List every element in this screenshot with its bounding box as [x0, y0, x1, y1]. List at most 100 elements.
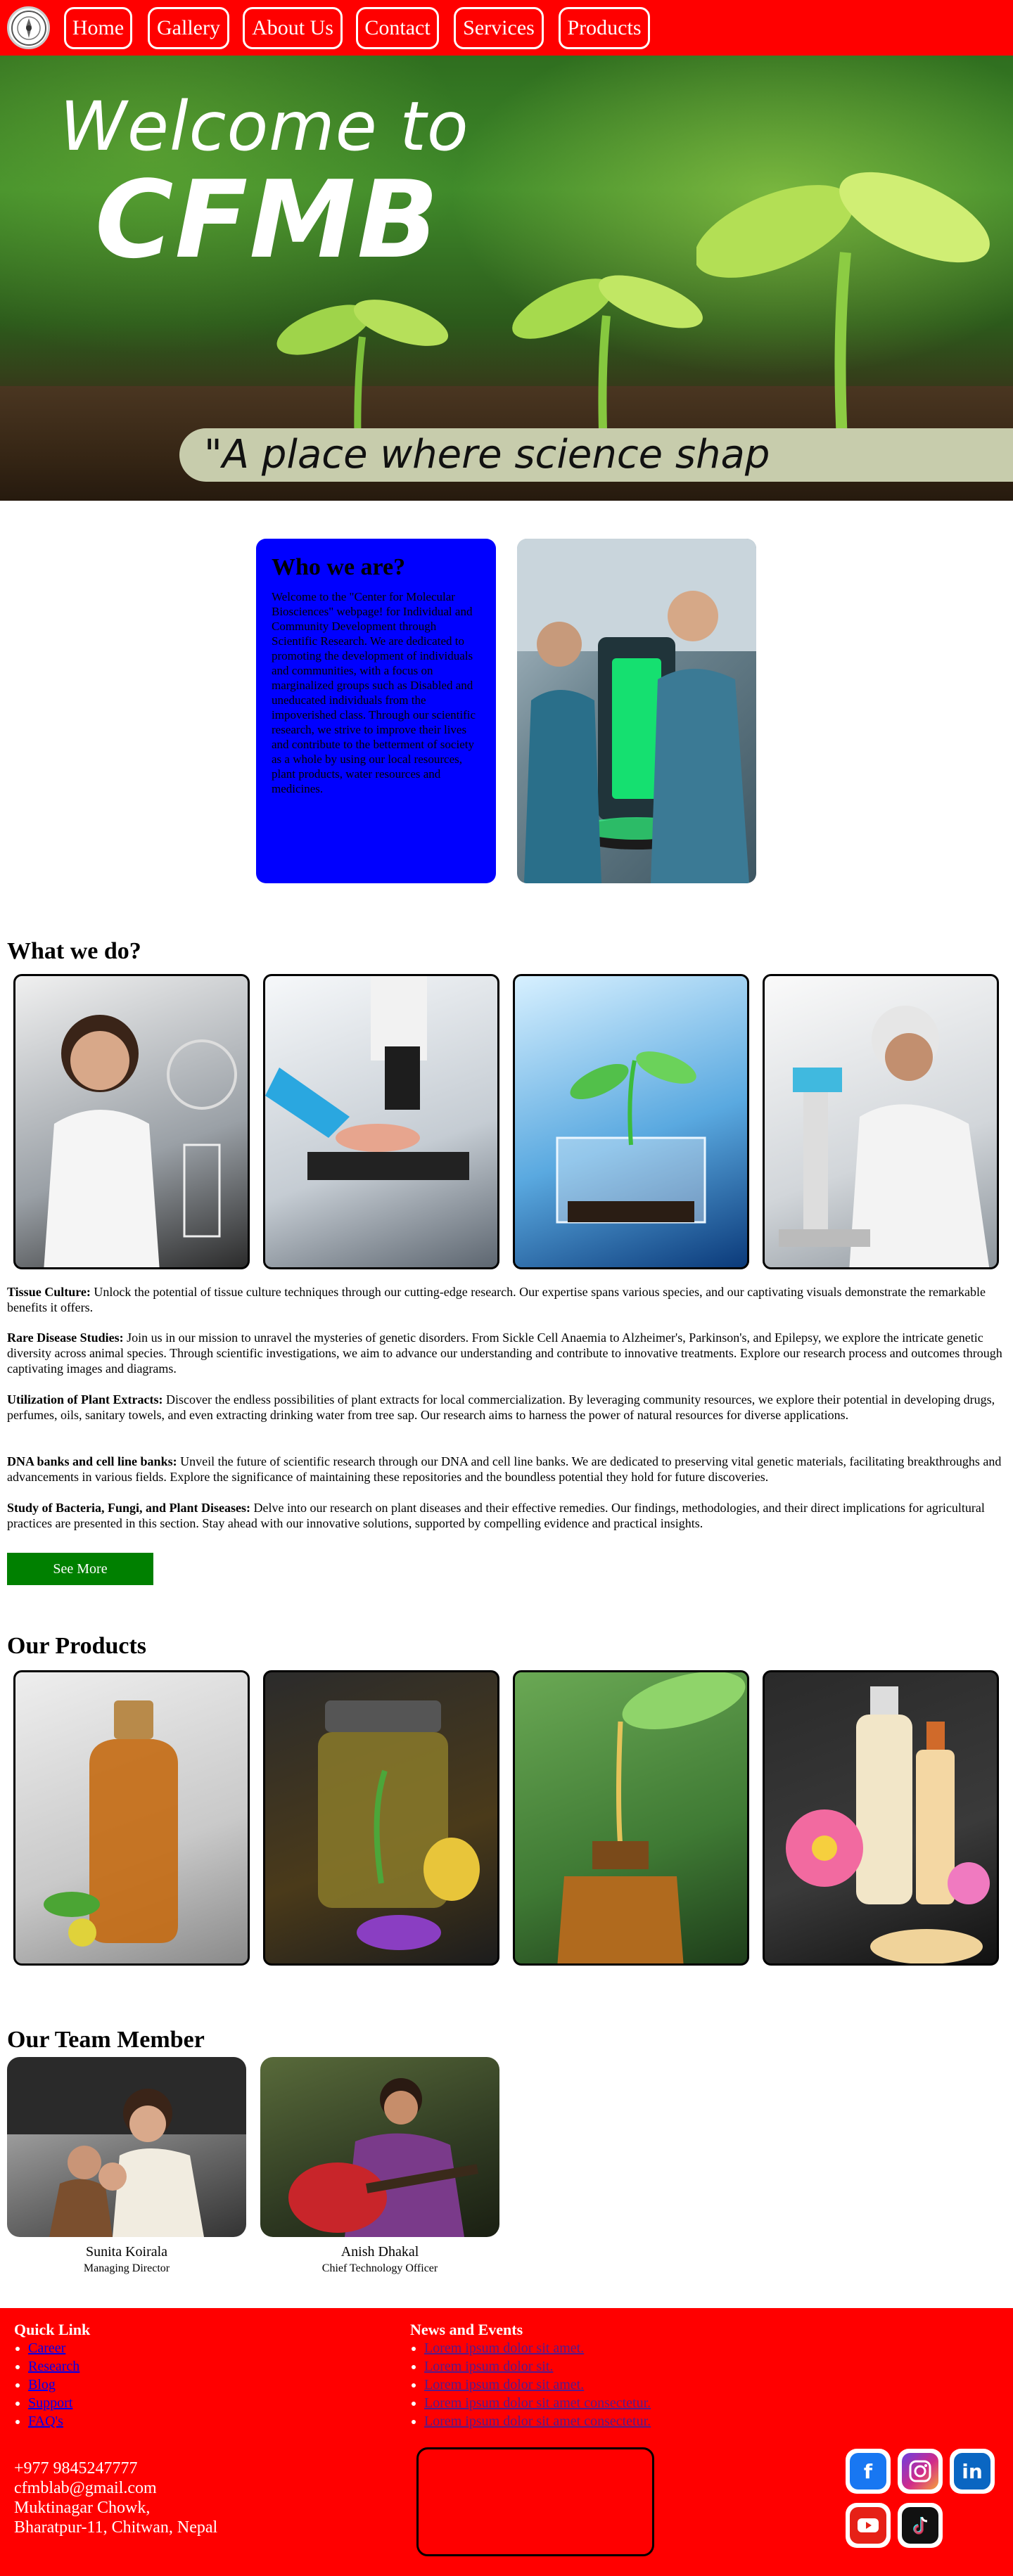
- linkedin-link[interactable]: in: [950, 2449, 995, 2494]
- what-item-text: Join us in our mission to unravel the my…: [7, 1331, 1002, 1376]
- what-item-title: Rare Disease Studies:: [7, 1331, 124, 1345]
- guitar-photo-illustration: [288, 2078, 479, 2237]
- list-item: Lorem ipsum dolor sit amet.: [424, 2376, 651, 2394]
- tiktok-icon: [902, 2507, 938, 2544]
- product-leaf-drop-image: [513, 1670, 749, 1966]
- nav-about-us[interactable]: About Us: [243, 7, 343, 49]
- contact-phone: +977 9845247777: [14, 2459, 138, 2478]
- instagram-glyph: [909, 2460, 931, 2482]
- list-item: FAQ's: [28, 2412, 79, 2430]
- quick-link-support[interactable]: Support: [28, 2395, 72, 2411]
- youtube-link[interactable]: [846, 2503, 891, 2548]
- rare-disease-image: [263, 974, 499, 1269]
- researcher-microscope-illustration: [779, 1006, 990, 1267]
- logo[interactable]: [7, 6, 50, 49]
- list-item: Lorem ipsum dolor sit amet consectetur.: [424, 2412, 651, 2430]
- nav-services[interactable]: Services: [454, 7, 544, 49]
- our-team-heading: Our Team Member: [7, 2027, 205, 2053]
- linkedin-icon: in: [954, 2453, 990, 2490]
- facebook-link[interactable]: f: [846, 2449, 891, 2494]
- tiktok-link[interactable]: [898, 2503, 943, 2548]
- hero-tagline: "A place where science shap: [204, 432, 770, 478]
- list-item: Lorem ipsum dolor sit.: [424, 2357, 651, 2376]
- contact-email: cfmblab@gmail.com: [14, 2479, 157, 2497]
- top-navbar: Home Gallery About Us Contact Services P…: [0, 0, 1013, 56]
- youtube-glyph: [858, 2518, 879, 2532]
- leaf-drop-illustration: [557, 1672, 746, 1963]
- what-item-title: Tissue Culture:: [7, 1285, 91, 1299]
- team-member-photo-anish: [260, 2057, 499, 2237]
- tiktok-glyph: [913, 2517, 928, 2535]
- what-item-rare-disease: Rare Disease Studies: Join us in our mis…: [7, 1330, 1006, 1376]
- news-link[interactable]: Lorem ipsum dolor sit amet.: [424, 2340, 584, 2356]
- quick-link-list: Career Research Blog Support FAQ's: [14, 2339, 79, 2430]
- see-more-button[interactable]: See More: [7, 1553, 153, 1585]
- quick-link-career[interactable]: Career: [28, 2340, 65, 2356]
- news-link[interactable]: Lorem ipsum dolor sit amet.: [424, 2377, 584, 2392]
- news-link[interactable]: Lorem ipsum dolor sit amet consectetur.: [424, 2414, 651, 2429]
- facebook-icon: f: [850, 2453, 886, 2490]
- contact-address-line2: Bharatpur-11, Chitwan, Nepal: [14, 2518, 218, 2537]
- what-item-bacteria-fungi: Study of Bacteria, Fungi, and Plant Dise…: [7, 1500, 1006, 1531]
- team-member-name: Anish Dhakal: [340, 2244, 419, 2260]
- nav-products[interactable]: Products: [559, 7, 650, 49]
- what-we-do-heading: What we do?: [7, 938, 141, 964]
- what-item-plant-extracts: Utilization of Plant Extracts: Discover …: [7, 1392, 1006, 1423]
- our-products-heading: Our Products: [7, 1633, 147, 1659]
- quick-link-heading: Quick Link: [14, 2321, 91, 2338]
- nav-contact[interactable]: Contact: [356, 7, 439, 49]
- team-member-role: Chief Technology Officer: [321, 2262, 438, 2274]
- tissue-culture-image: [13, 974, 250, 1269]
- plant-extract-image: [513, 974, 749, 1269]
- family-photo-illustration: [7, 2057, 246, 2237]
- list-item: Research: [28, 2357, 79, 2376]
- quick-link-blog[interactable]: Blog: [28, 2377, 56, 2392]
- hero-title-line1: Welcome to: [60, 87, 469, 166]
- who-we-are-text: Welcome to the "Center for Molecular Bio…: [272, 590, 476, 795]
- news-link[interactable]: Lorem ipsum dolor sit.: [424, 2359, 553, 2374]
- what-item-title: DNA banks and cell line banks:: [7, 1454, 177, 1468]
- hero-banner: Welcome to CFMB "A place where science s…: [0, 56, 1013, 501]
- list-item: Blog: [28, 2376, 79, 2394]
- microscope-illustration: [265, 976, 469, 1180]
- instagram-link[interactable]: [898, 2449, 943, 2494]
- team-member-role: Managing Director: [83, 2262, 170, 2274]
- youtube-icon: [850, 2507, 886, 2544]
- logo-icon: [11, 10, 46, 46]
- lab-team-illustration: [517, 539, 756, 883]
- what-item-text: Unlock the potential of tissue culture t…: [7, 1285, 986, 1314]
- cosmetics-illustration: [786, 1686, 990, 1963]
- list-item: Lorem ipsum dolor sit amet.: [424, 2339, 651, 2357]
- contact-address-line1: Muktinagar Chowk,: [14, 2499, 151, 2517]
- hero-title-line2: CFMB: [95, 158, 440, 282]
- oil-bottle-illustration: [44, 1700, 178, 1947]
- scientist-illustration: [44, 1015, 237, 1267]
- list-item: Lorem ipsum dolor sit amet consectetur.: [424, 2394, 651, 2412]
- plant-beaker-illustration: [556, 1051, 706, 1224]
- lab-team-image: [517, 539, 756, 883]
- quick-link-research[interactable]: Research: [28, 2359, 79, 2374]
- list-item: Career: [28, 2339, 79, 2357]
- list-item: Support: [28, 2394, 79, 2412]
- news-events-heading: News and Events: [410, 2321, 523, 2338]
- what-item-title: Utilization of Plant Extracts:: [7, 1392, 163, 1406]
- product-oil-bottle-image: [13, 1670, 250, 1966]
- who-we-are-card: Who we are? Welcome to the "Center for M…: [256, 539, 496, 883]
- nav-home[interactable]: Home: [64, 7, 132, 49]
- what-item-title: Study of Bacteria, Fungi, and Plant Dise…: [7, 1501, 251, 1515]
- sprout-image: [696, 172, 990, 478]
- team-member-photo-sunita: [7, 2057, 246, 2237]
- dna-bank-image: [763, 974, 999, 1269]
- map-embed-box[interactable]: [416, 2447, 654, 2556]
- what-item-dna-banks: DNA banks and cell line banks: Unveil th…: [7, 1454, 1006, 1485]
- nav-gallery[interactable]: Gallery: [148, 7, 229, 49]
- news-link[interactable]: Lorem ipsum dolor sit amet consectetur.: [424, 2395, 651, 2411]
- instagram-icon: [902, 2453, 938, 2490]
- herbal-jar-illustration: [318, 1700, 480, 1950]
- team-member-name: Sunita Koirala: [85, 2244, 168, 2260]
- who-we-are-title: Who we are?: [272, 554, 406, 580]
- quick-link-faqs[interactable]: FAQ's: [28, 2414, 63, 2429]
- product-cosmetics-image: [763, 1670, 999, 1966]
- news-events-list: Lorem ipsum dolor sit amet. Lorem ipsum …: [410, 2339, 651, 2430]
- product-herbal-jar-image: [263, 1670, 499, 1966]
